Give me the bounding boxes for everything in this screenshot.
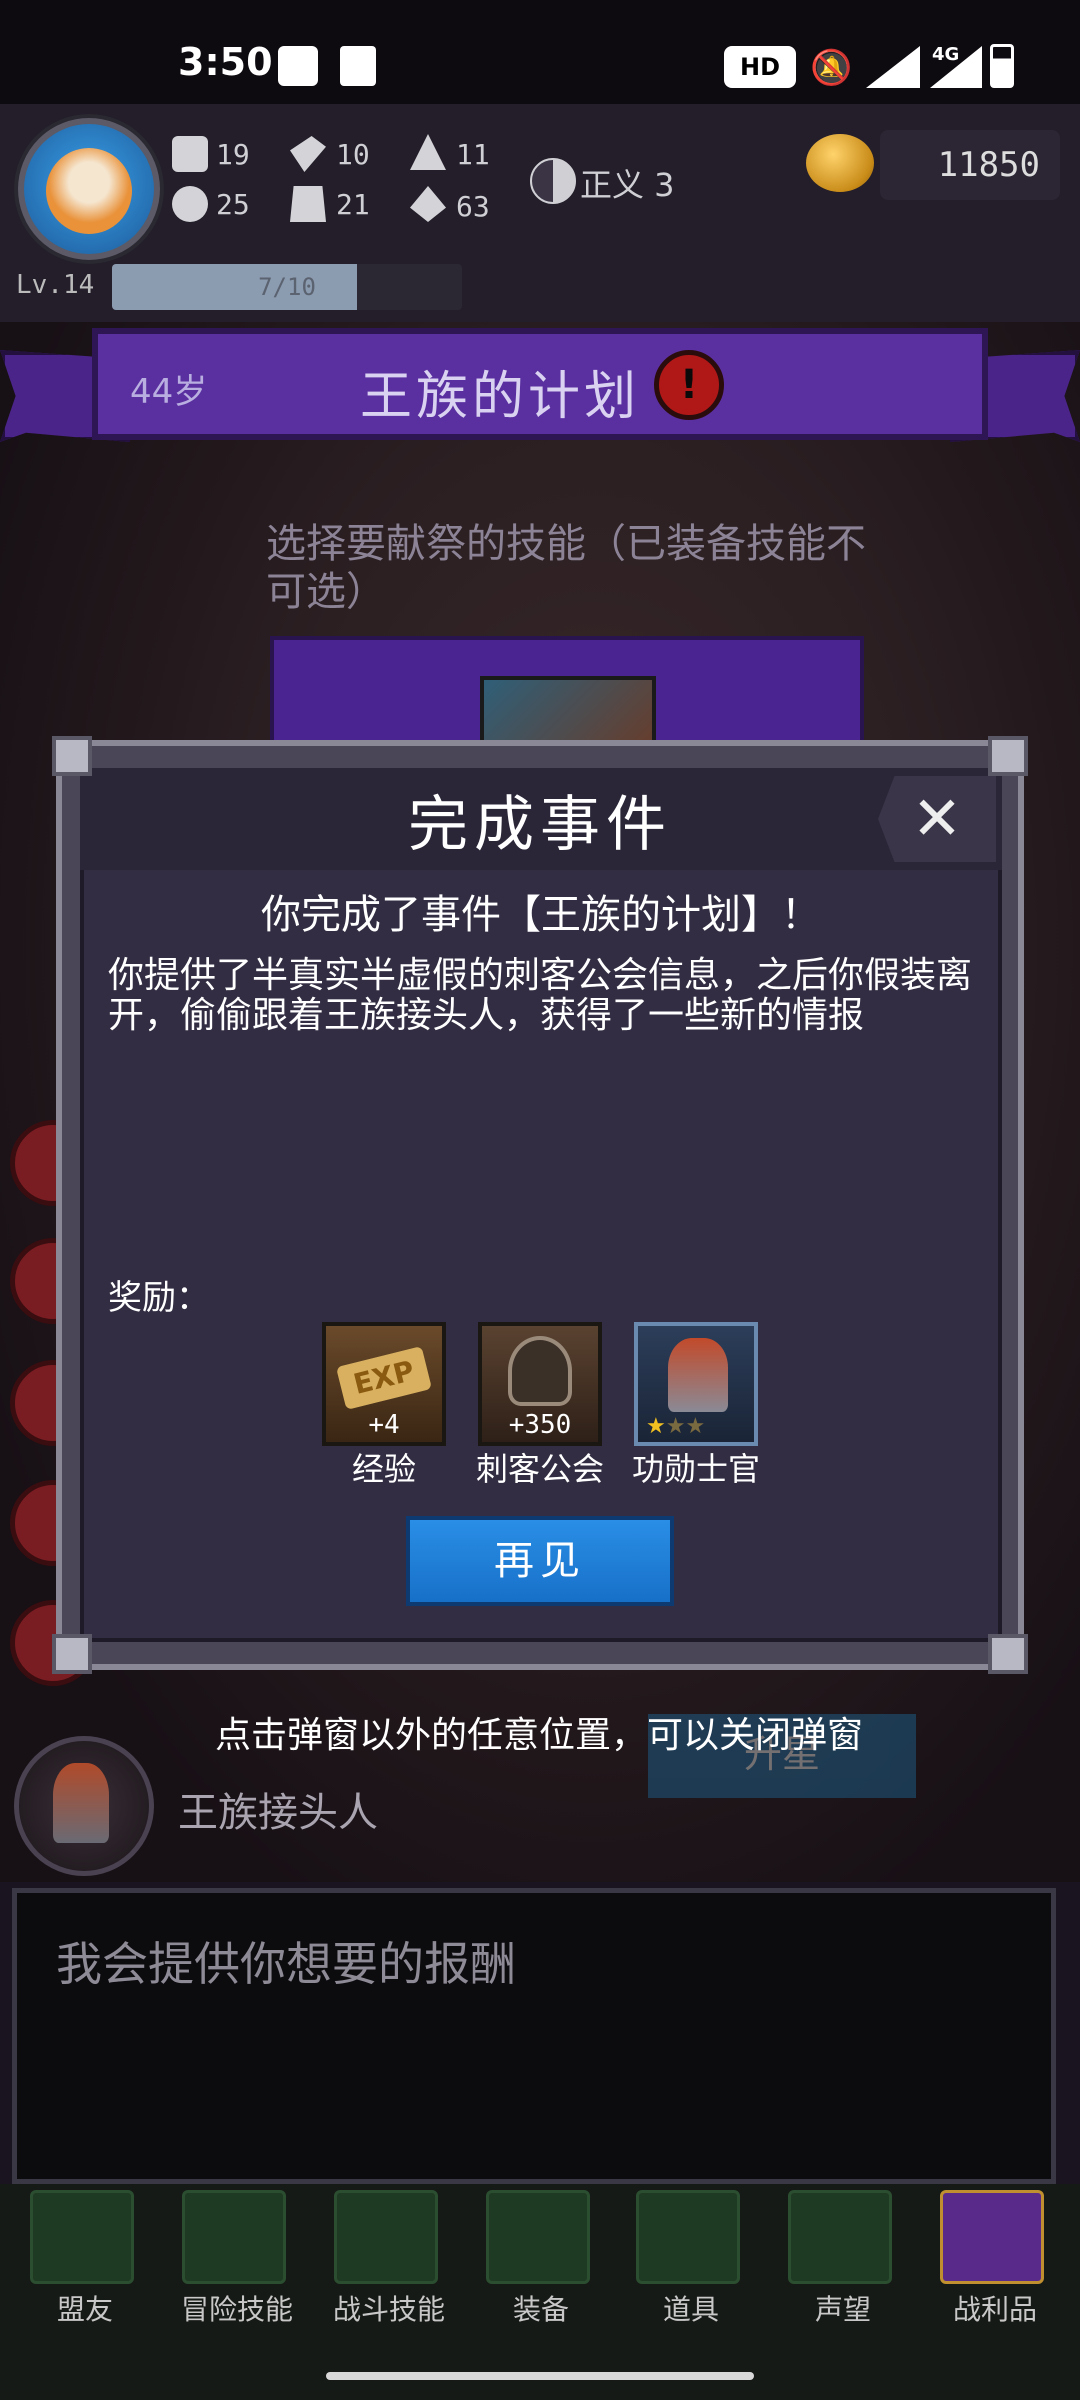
- image-notification-icon: [340, 46, 376, 86]
- xp-text: 7/10: [258, 273, 316, 301]
- reward-name: 经验: [351, 1450, 416, 1488]
- nav-items[interactable]: 道具: [616, 2184, 766, 2334]
- battery-icon: [990, 44, 1014, 88]
- nav-loot[interactable]: 战利品: [920, 2184, 1070, 2334]
- npc-name: 王族接头人: [178, 1790, 378, 1836]
- player-level: Lv.14: [16, 270, 95, 300]
- app-notification-icon: [278, 46, 318, 86]
- reward-name: 功勋士官: [631, 1450, 760, 1488]
- status-bar: 3:50 HD 🔕 4G: [0, 0, 1080, 104]
- armor-icon: [290, 186, 326, 222]
- dialog-corner-br: [988, 1634, 1028, 1674]
- nav-equipment[interactable]: 装备: [466, 2184, 616, 2334]
- spellbook-icon: [182, 2190, 286, 2284]
- close-hint: 点击弹窗以外的任意位置，可以关闭弹窗: [214, 1715, 863, 1756]
- npc-avatar: [14, 1736, 154, 1876]
- mute-icon: 🔕: [810, 48, 853, 88]
- backpack-icon: [334, 2190, 438, 2284]
- scroll-icon: [788, 2190, 892, 2284]
- player-avatar[interactable]: [18, 118, 160, 260]
- close-icon[interactable]: ✕: [878, 776, 996, 862]
- goodbye-button[interactable]: 再见: [406, 1516, 674, 1606]
- reward-name: 刺客公会: [475, 1450, 604, 1488]
- nav-reputation[interactable]: 声望: [768, 2184, 918, 2334]
- pouch-icon: [636, 2190, 740, 2284]
- alert-icon[interactable]: !: [654, 350, 724, 420]
- nav-allies[interactable]: 盟友: [10, 2184, 160, 2334]
- shiba-face-icon: [46, 148, 132, 234]
- gold-coin-icon: [806, 134, 874, 192]
- treasure-chest-icon: [940, 2190, 1044, 2284]
- assassin-hood-icon: +350: [478, 1322, 602, 1446]
- home-indicator[interactable]: [326, 2372, 754, 2380]
- reward-label: 奖励：: [108, 1278, 210, 1318]
- gold-amount: 11850: [880, 130, 1060, 200]
- crossed-swords-shield-icon: [486, 2190, 590, 2284]
- star-rating: ★★★: [646, 1414, 706, 1439]
- alignment-label: 正义 3: [580, 166, 675, 204]
- exp-scroll-icon: EXP +4: [322, 1322, 446, 1446]
- xp-bar: 7/10: [112, 264, 462, 310]
- reward-assassin-guild[interactable]: +350 刺客公会: [476, 1322, 604, 1492]
- officer-portrait-icon: ★★★: [634, 1322, 758, 1446]
- event-title: 王族的计划: [360, 367, 641, 427]
- fist-icon: [172, 136, 208, 172]
- hd-badge: HD: [724, 46, 796, 88]
- dialog-corner-tl: [52, 736, 92, 776]
- choose-skill-text: 选择要献祭的技能（已装备技能不可选）: [266, 521, 866, 615]
- signal-icon: [866, 46, 920, 88]
- dialog-corner-bl: [52, 1634, 92, 1674]
- completed-text: 你完成了事件【王族的计划】！: [261, 892, 821, 938]
- npc-dialog-text: 我会提供你想要的报酬: [56, 1937, 516, 1991]
- age-label: 44岁: [130, 372, 208, 412]
- clover-icon: [172, 186, 208, 222]
- network-label: 4G: [932, 44, 960, 65]
- nav-adventure-skills[interactable]: 冒险技能: [162, 2184, 312, 2334]
- status-time: 3:50: [178, 40, 273, 84]
- reward-exp[interactable]: EXP +4 经验: [322, 1322, 446, 1492]
- nav-combat-skills[interactable]: 战斗技能: [314, 2184, 464, 2334]
- handshake-icon: [30, 2190, 134, 2284]
- dialog-corner-tr: [988, 736, 1028, 776]
- yin-yang-icon: [530, 158, 576, 204]
- event-description: 你提供了半真实半虚假的刺客公会信息，之后你假装离开，偷偷跟着王族接头人，获得了一…: [108, 955, 973, 1036]
- reward-officer[interactable]: ★★★ 功勋士官: [632, 1322, 760, 1492]
